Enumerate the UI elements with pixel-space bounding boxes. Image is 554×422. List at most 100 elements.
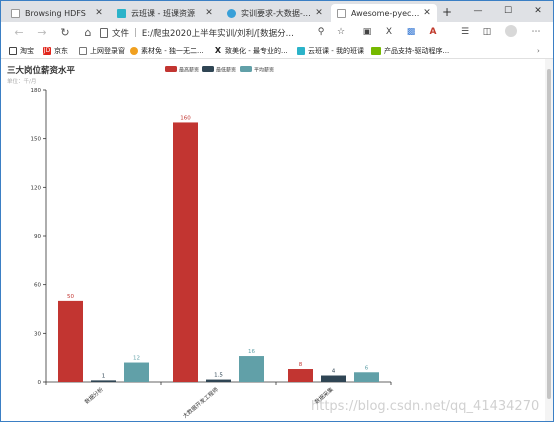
bookmark-cloud-class[interactable]: 云班课 - 我的班课 (297, 45, 364, 57)
bar-value-label: 1.5 (214, 373, 223, 379)
tab-title: Awesome-pyecharts (351, 8, 421, 18)
bar (173, 122, 198, 382)
cloud-doc-icon (227, 8, 236, 18)
zhimeihua-icon: X (214, 46, 222, 55)
watermark: https://blog.csdn.net/qq_41434270 (311, 399, 540, 414)
bookmark-label: 京东 (54, 47, 68, 55)
legend-label: 最低薪资 (216, 67, 236, 74)
bar (288, 369, 313, 382)
home-button[interactable]: ⌂ (80, 25, 96, 41)
chart-bars: 50 1 12 160 1.5 16 8 4 6 (58, 115, 379, 382)
bookmark-label: 淘宝 (20, 47, 34, 55)
extension-box-icon[interactable]: ▣ (360, 25, 374, 39)
y-tick-label: 30 (34, 331, 41, 337)
bar-value-label: 4 (332, 369, 336, 375)
bar-chart: 三大岗位薪资水平 单位：千/月 最高薪资 最低薪资 平均薪资 0 30 60 90 120 1… (7, 65, 392, 420)
file-icon (100, 27, 108, 38)
extension-translate-icon[interactable]: ▩ (404, 25, 418, 39)
bookmark-label: 致美化 - 最专业的... (225, 47, 288, 55)
chart-axes: 0306090120150180数据分析 大数据开发工程师 数据采集 (31, 88, 392, 420)
tab-cloud-class[interactable]: 云班课 - 班课资源 ✕ (111, 4, 219, 22)
address-scheme: 文件 (112, 28, 130, 39)
bar-value-label: 12 (133, 356, 140, 362)
tab-title: 云班课 - 班课资源 (131, 8, 195, 18)
collections-icon[interactable]: ◫ (480, 25, 494, 39)
cloud-class-icon (297, 47, 305, 55)
page-icon (79, 47, 87, 55)
y-tick-label: 0 (38, 380, 42, 386)
tab-browsing-hdfs[interactable]: Browsing HDFS ✕ (5, 4, 109, 22)
y-tick-label: 120 (31, 185, 42, 191)
bookmarks-overflow-icon[interactable]: › (537, 45, 540, 57)
navigation-bar: ← → ↻ ⌂ 文件 | E:/爬虫2020上半年实训/刘利/[数据分... ⚲… (1, 22, 553, 44)
close-icon[interactable]: ✕ (93, 8, 105, 18)
bar (58, 300, 83, 382)
bookmarks-bar: 淘宝 JD 京东 上网登录窗 素材免 - 独一无二... X 致美化 - 最专业… (1, 44, 553, 58)
bar-value-label: 8 (299, 362, 303, 368)
bookmark-material[interactable]: 素材免 - 独一无二... (130, 45, 204, 57)
close-icon[interactable]: ✕ (313, 8, 325, 18)
bookmark-label: 云班课 - 我的班课 (308, 47, 364, 55)
nvidia-icon (371, 47, 381, 55)
tab-training-requirements[interactable]: 实训要求-大数据-hive+python ✕ (221, 4, 329, 22)
bar-value-label: 50 (67, 294, 74, 300)
chart-title: 三大岗位薪资水平 (7, 65, 76, 76)
tab-awesome-pyecharts[interactable]: Awesome-pyecharts ✕ (331, 4, 437, 22)
close-window-button[interactable]: ✕ (523, 1, 553, 21)
x-tick-label: 数据分析 (83, 385, 105, 406)
bar (321, 375, 346, 382)
bookmark-zhimeihua[interactable]: X 致美化 - 最专业的... (214, 45, 288, 57)
page-icon (11, 8, 20, 18)
cloud-class-icon (117, 8, 126, 18)
forward-button[interactable]: → (34, 25, 50, 41)
y-tick-label: 60 (34, 283, 41, 289)
favorites-list-icon[interactable]: ☰ (458, 25, 472, 39)
extension-a-icon[interactable]: A (426, 25, 440, 39)
bookmark-label: 素材免 - 独一无二... (141, 47, 204, 55)
bookmark-nvidia[interactable]: 产品支持-驱动程序... (371, 45, 449, 57)
close-icon[interactable]: ✕ (421, 8, 433, 18)
bar (354, 372, 379, 382)
back-button[interactable]: ← (11, 25, 27, 41)
bookmark-label: 产品支持-驱动程序... (384, 47, 450, 55)
bookmark-taobao[interactable]: 淘宝 (9, 45, 34, 57)
bookmark-login[interactable]: 上网登录窗 (79, 45, 125, 57)
tab-title: Browsing HDFS (25, 8, 86, 18)
legend-swatch (165, 66, 177, 72)
new-tab-button[interactable]: + (440, 4, 454, 20)
more-menu-icon[interactable]: ⋯ (529, 25, 543, 39)
vertical-scrollbar[interactable] (545, 59, 553, 421)
bar-value-label: 160 (180, 115, 191, 121)
legend-swatch (240, 66, 252, 72)
material-icon (130, 47, 138, 55)
legend-label: 平均薪资 (254, 67, 274, 74)
bar-value-label: 6 (365, 365, 369, 371)
address-path: E:/爬虫2020上半年实训/刘利/[数据分... (141, 28, 294, 39)
favorite-star-icon[interactable]: ☆ (334, 25, 348, 39)
zoom-icon[interactable]: ⚲ (314, 25, 328, 39)
bookmark-jd[interactable]: JD 京东 (43, 45, 68, 57)
bar (91, 380, 116, 382)
page-content: 三大岗位薪资水平 单位：千/月 最高薪资 最低薪资 平均薪资 0 30 60 90 120 1… (1, 59, 553, 421)
maximize-button[interactable]: ☐ (493, 1, 523, 21)
bookmark-label: 上网登录窗 (90, 47, 125, 55)
browser-window: Browsing HDFS ✕ 云班课 - 班课资源 ✕ 实训要求-大数据-hi… (0, 0, 554, 422)
bar (239, 356, 264, 382)
address-bar[interactable]: 文件 | E:/爬虫2020上半年实训/刘利/[数据分... (100, 24, 430, 41)
y-tick-label: 180 (31, 88, 42, 94)
refresh-button[interactable]: ↻ (57, 25, 73, 41)
close-icon[interactable]: ✕ (203, 8, 215, 18)
scrollbar-thumb[interactable] (547, 69, 551, 399)
bar-value-label: 16 (248, 349, 255, 355)
chart-subtitle: 单位：千/月 (7, 77, 36, 85)
profile-avatar[interactable] (504, 25, 518, 39)
bar-value-label: 1 (102, 373, 106, 379)
minimize-button[interactable]: — (463, 1, 493, 21)
tab-strip: Browsing HDFS ✕ 云班课 - 班课资源 ✕ 实训要求-大数据-hi… (1, 1, 553, 22)
legend-label: 最高薪资 (179, 67, 199, 74)
y-tick-label: 90 (34, 234, 41, 240)
address-separator: | (134, 27, 137, 38)
extension-x-icon[interactable]: X (382, 25, 396, 39)
bar (124, 362, 149, 382)
bar (206, 379, 231, 382)
